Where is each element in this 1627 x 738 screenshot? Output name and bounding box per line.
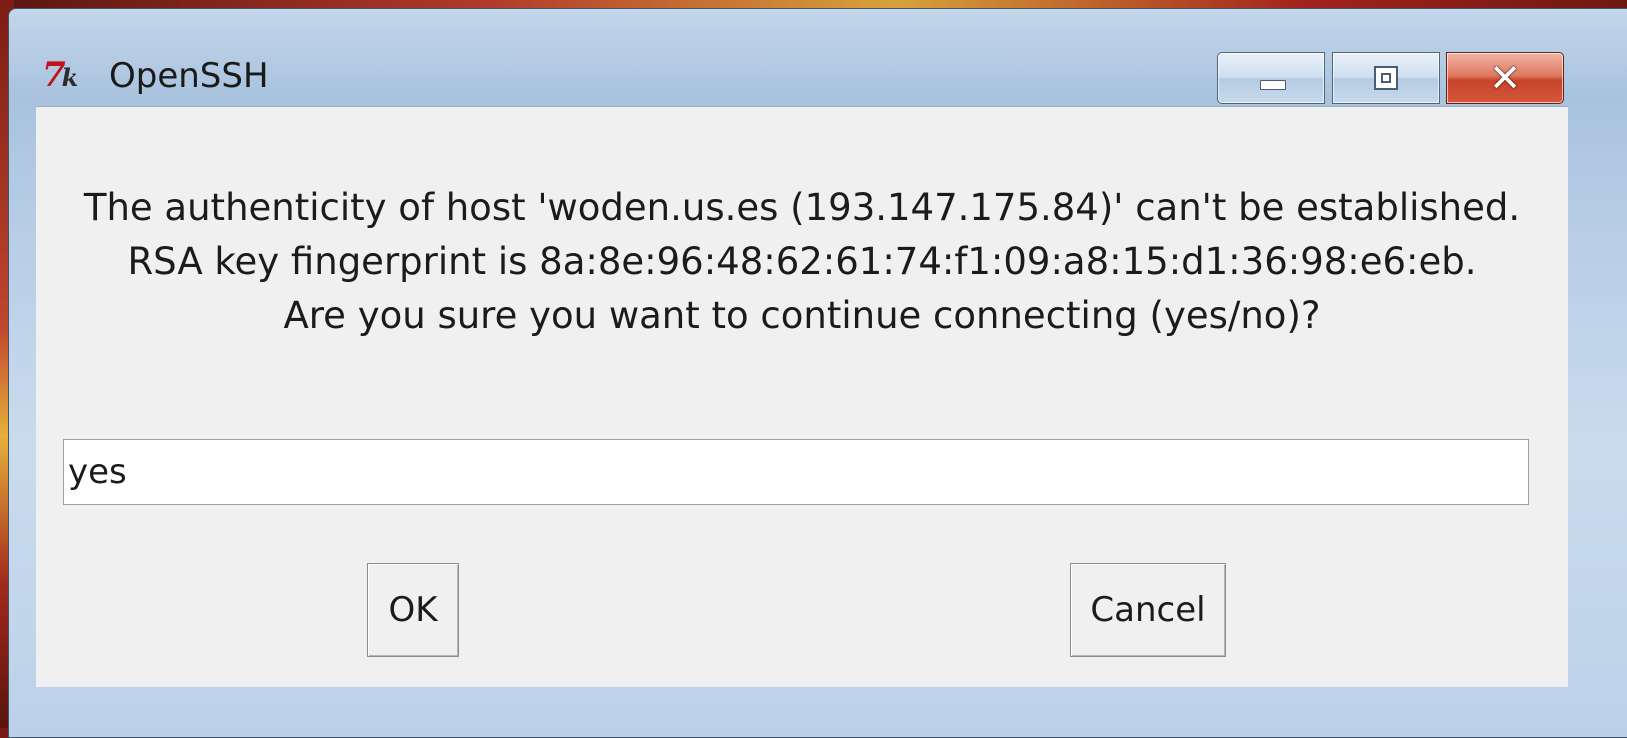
ok-button[interactable]: OK — [367, 563, 459, 657]
message-line: The authenticity of host 'woden.us.es (1… — [83, 186, 1521, 229]
title-bar[interactable]: 7k OpenSSH ✕ — [9, 9, 1627, 106]
close-button[interactable]: ✕ — [1446, 52, 1564, 104]
minimize-icon — [1260, 80, 1286, 90]
dialog-body: The authenticity of host 'woden.us.es (1… — [36, 106, 1568, 687]
response-input[interactable] — [63, 439, 1529, 505]
maximize-button[interactable] — [1332, 52, 1440, 104]
message-line: RSA key fingerprint is 8a:8e:96:48:62:61… — [127, 240, 1477, 283]
close-icon: ✕ — [1489, 56, 1521, 100]
minimize-button[interactable] — [1217, 52, 1325, 104]
message-line: Are you sure you want to continue connec… — [283, 294, 1321, 337]
cancel-button[interactable]: Cancel — [1070, 563, 1226, 657]
tk-feather-icon: 7k — [42, 55, 79, 95]
window-title: OpenSSH — [109, 56, 269, 96]
host-verification-message: The authenticity of host 'woden.us.es (1… — [36, 181, 1568, 343]
dialog-window: 7k OpenSSH ✕ The authenticity of host 'w… — [8, 8, 1627, 738]
maximize-icon — [1374, 66, 1398, 90]
